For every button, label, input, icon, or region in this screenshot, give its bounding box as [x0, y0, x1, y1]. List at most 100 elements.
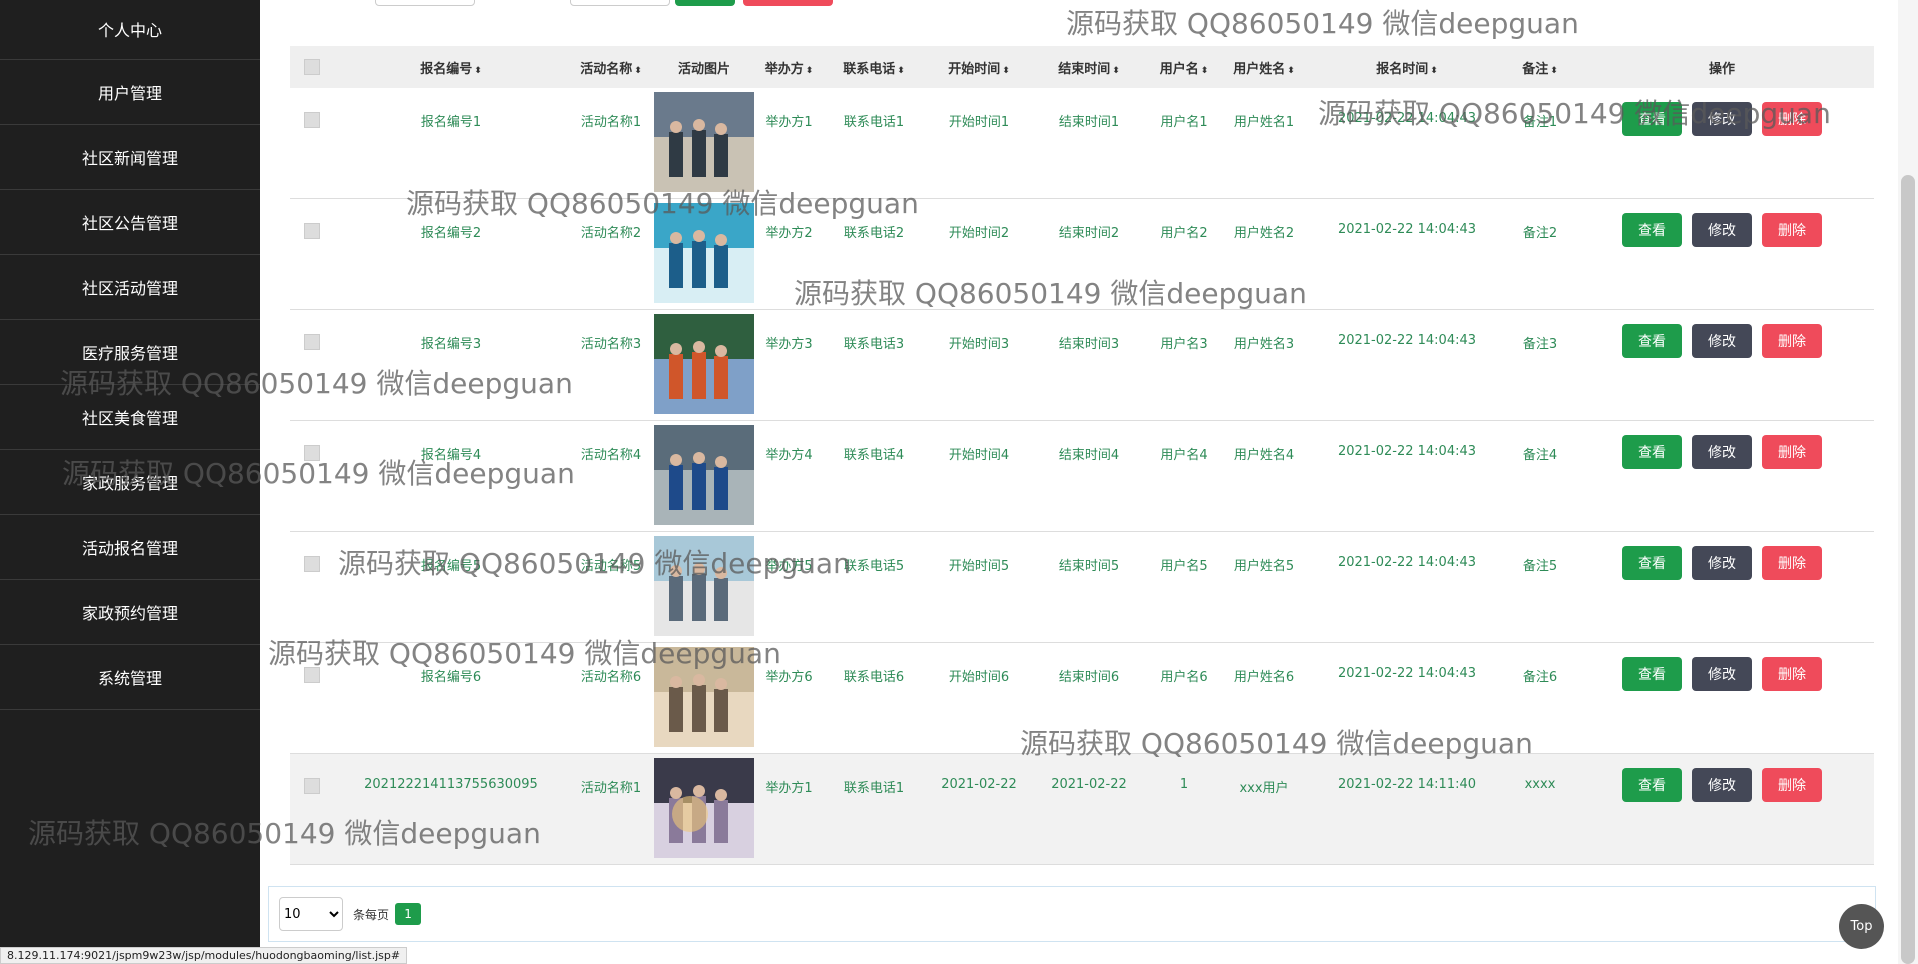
header-signup-id[interactable]: 报名编号 ⬍ — [334, 58, 568, 77]
cell-uname: 用户姓名4 — [1233, 448, 1295, 463]
cell-note: 备注4 — [1522, 448, 1558, 463]
sort-icon: ⬍ — [805, 65, 814, 76]
table-row: 20212221411375563009​5 活动名称1 举办方1 联系电话1 2021… — [290, 754, 1874, 865]
cell-phone: 联系电话1 — [843, 781, 905, 796]
cell-org: 举办方1 — [765, 115, 813, 130]
cell-time: 2021-02-22 14:04:43 — [1337, 333, 1477, 348]
row-checkbox[interactable] — [304, 445, 320, 461]
table-row: 报名编号6 活动名称6 举办方6 联系电话6 开始时间6 结束时间6 用户名6 用户姓名6 20… — [290, 643, 1874, 754]
cell-time: 2021-02-22 14:04:43 — [1337, 555, 1477, 570]
cell-time: 2021-02-22 14:04:43 — [1337, 222, 1477, 237]
delete-button[interactable]: 删除 — [1762, 657, 1822, 691]
header-user-realname[interactable]: 用户姓名 ⬍ — [1224, 58, 1304, 77]
cell-uname: 用户姓名1 — [1233, 115, 1295, 130]
sidebar-item-system-management[interactable]: 系统管理 — [0, 644, 260, 710]
batch-delete-button[interactable] — [743, 0, 833, 6]
delete-button[interactable]: 删除 — [1762, 546, 1822, 580]
cell-note: 备注6 — [1522, 670, 1558, 685]
sidebar-item-housekeeping-booking[interactable]: 家政预约管理 — [0, 579, 260, 645]
cell-name: 活动名称4 — [580, 448, 642, 463]
cell-id: 报名编号1 — [420, 115, 482, 130]
sort-icon: ⬍ — [1430, 65, 1438, 76]
sidebar-item-medical-service[interactable]: 医疗服务管理 — [0, 319, 260, 385]
sidebar-item-personal-center[interactable]: 个人中心 — [0, 0, 260, 60]
view-button[interactable]: 查看 — [1622, 213, 1682, 247]
sidebar-item-community-food[interactable]: 社区美食管理 — [0, 384, 260, 450]
header-signup-time[interactable]: 报名时间 ⬍ — [1304, 58, 1510, 77]
delete-button[interactable]: 删除 — [1762, 213, 1822, 247]
row-checkbox[interactable] — [304, 667, 320, 683]
view-button[interactable]: 查看 — [1622, 324, 1682, 358]
cell-start: 开始时间1 — [948, 115, 1010, 130]
sidebar-item-user-management[interactable]: 用户管理 — [0, 59, 260, 125]
cell-user: 用户名3 — [1160, 337, 1208, 352]
cell-note: xxxx — [1524, 777, 1556, 792]
search-input-1[interactable] — [375, 0, 475, 6]
edit-button[interactable]: 修改 — [1692, 657, 1752, 691]
header-start-time[interactable]: 开始时间 ⬍ — [924, 58, 1034, 77]
cell-end: 结束时间2 — [1058, 226, 1120, 241]
cell-start: 开始时间3 — [948, 337, 1010, 352]
cell-org: 举办方2 — [765, 226, 813, 241]
row-checkbox[interactable] — [304, 223, 320, 239]
view-button[interactable]: 查看 — [1622, 546, 1682, 580]
sidebar-item-housekeeping-service[interactable]: 家政服务管理 — [0, 449, 260, 515]
row-checkbox[interactable] — [304, 778, 320, 794]
edit-button[interactable]: 修改 — [1692, 435, 1752, 469]
cell-org: 举办方1 — [765, 781, 813, 796]
header-note[interactable]: 备注 ⬍ — [1510, 58, 1570, 77]
view-button[interactable]: 查看 — [1622, 657, 1682, 691]
cell-user: 用户名4 — [1160, 448, 1208, 463]
sidebar-item-community-news[interactable]: 社区新闻管理 — [0, 124, 260, 190]
cell-phone: 联系电话5 — [843, 559, 905, 574]
delete-button[interactable]: 删除 — [1762, 768, 1822, 802]
sort-icon: ⬍ — [897, 65, 905, 76]
cell-user: 用户名2 — [1160, 226, 1208, 241]
edit-button[interactable]: 修改 — [1692, 213, 1752, 247]
scrollbar-thumb[interactable] — [1901, 175, 1915, 964]
view-button[interactable]: 查看 — [1622, 768, 1682, 802]
view-button[interactable]: 查看 — [1622, 435, 1682, 469]
edit-button[interactable]: 修改 — [1692, 768, 1752, 802]
cell-end: 2021-02-22 — [1051, 777, 1127, 792]
delete-button[interactable]: 删除 — [1762, 324, 1822, 358]
sidebar-item-community-notice[interactable]: 社区公告管理 — [0, 189, 260, 255]
select-all-checkbox[interactable] — [304, 59, 320, 75]
row-checkbox[interactable] — [304, 556, 320, 572]
edit-button[interactable]: 修改 — [1692, 546, 1752, 580]
header-end-time[interactable]: 结束时间 ⬍ — [1034, 58, 1144, 77]
search-input-2[interactable] — [570, 0, 670, 6]
edit-button[interactable]: 修改 — [1692, 102, 1752, 136]
cell-id: 20212221411375563009​5 — [364, 777, 538, 792]
cell-end: 结束时间1 — [1058, 115, 1120, 130]
edit-button[interactable]: 修改 — [1692, 324, 1752, 358]
sort-icon: ⬍ — [1200, 65, 1209, 76]
cell-name: 活动名称1 — [580, 781, 642, 796]
header-phone[interactable]: 联系电话 ⬍ — [824, 58, 924, 77]
sidebar-item-community-activity[interactable]: 社区活动管理 — [0, 254, 260, 320]
table-row: 报名编号5 活动名称5 举办方5 联系电话5 开始时间5 结束时间5 用户名5 用户姓名5 20… — [290, 532, 1874, 643]
cell-user: 用户名1 — [1160, 115, 1208, 130]
sidebar-item-activity-signup[interactable]: 活动报名管理 — [0, 514, 260, 580]
delete-button[interactable]: 删除 — [1762, 435, 1822, 469]
cell-org: 举办方5 — [765, 559, 813, 574]
row-checkbox[interactable] — [304, 112, 320, 128]
cell-phone: 联系电话3 — [843, 337, 905, 352]
back-to-top-button[interactable]: Top — [1839, 904, 1884, 949]
cell-time: 2021-02-22 14:04:43 — [1337, 666, 1477, 681]
cell-start: 开始时间5 — [948, 559, 1010, 574]
status-bar-url: 8.129.11.174:9021/jspm9w23w/jsp/modules/… — [0, 947, 408, 964]
page-number-1[interactable]: 1 — [395, 903, 422, 925]
cell-org: 举办方3 — [765, 337, 813, 352]
header-organizer[interactable]: 举办方 ⬍ — [754, 58, 824, 77]
header-username[interactable]: 用户名 ⬍ — [1144, 58, 1224, 77]
delete-button[interactable]: 删除 — [1762, 102, 1822, 136]
sort-icon: ⬍ — [634, 65, 642, 76]
view-button[interactable]: 查看 — [1622, 102, 1682, 136]
row-checkbox[interactable] — [304, 334, 320, 350]
header-activity-name[interactable]: 活动名称 ⬍ — [568, 58, 654, 77]
search-button[interactable] — [675, 0, 735, 6]
per-page-label: 条每页 — [353, 907, 390, 922]
page-size-select[interactable]: 10 — [279, 897, 343, 931]
cell-user: 用户名6 — [1160, 670, 1208, 685]
